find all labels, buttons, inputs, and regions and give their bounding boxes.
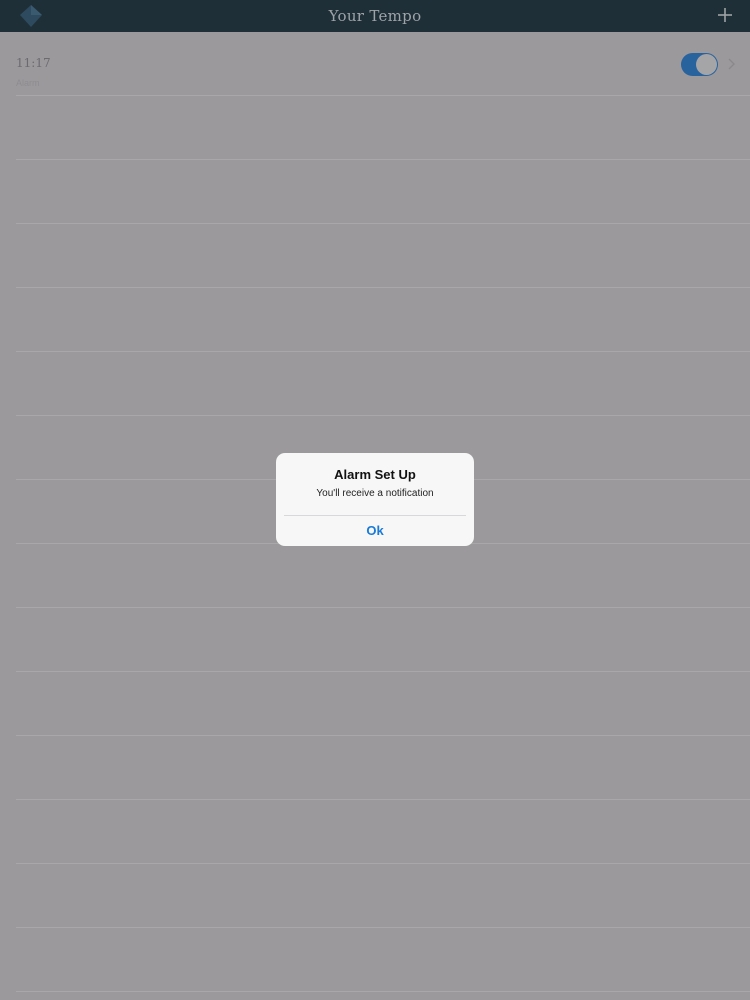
alert-dialog: Alarm Set Up You'll receive a notificati… bbox=[276, 453, 474, 546]
alarm-subtitle: Alarm bbox=[16, 78, 40, 88]
diamond-logo-icon bbox=[20, 5, 42, 27]
alert-title: Alarm Set Up bbox=[334, 467, 416, 482]
empty-list-row bbox=[16, 544, 750, 608]
ok-button[interactable]: Ok bbox=[276, 516, 474, 546]
empty-list-row bbox=[16, 96, 750, 160]
nav-title: Your Tempo bbox=[328, 7, 422, 25]
navigation-bar: Your Tempo bbox=[0, 0, 750, 32]
alert-message: You'll receive a notification bbox=[316, 488, 434, 499]
alarm-enabled-toggle[interactable] bbox=[681, 53, 718, 76]
empty-list-row bbox=[16, 224, 750, 288]
plus-icon[interactable] bbox=[714, 4, 736, 26]
chevron-right-icon[interactable] bbox=[728, 58, 736, 70]
empty-list-row bbox=[16, 608, 750, 672]
empty-list-row bbox=[16, 288, 750, 352]
empty-list-row bbox=[16, 928, 750, 992]
empty-list-row bbox=[16, 736, 750, 800]
empty-list-row bbox=[16, 800, 750, 864]
empty-list-row bbox=[16, 864, 750, 928]
empty-list-row bbox=[16, 352, 750, 416]
alarm-time: 11:17 bbox=[16, 56, 51, 70]
empty-list-row bbox=[16, 160, 750, 224]
empty-list-row bbox=[16, 672, 750, 736]
alarm-row[interactable]: 11:17 Alarm bbox=[16, 32, 750, 96]
app-window: Your Tempo 11:17 Alarm Alarm Set Up You'… bbox=[0, 0, 750, 1000]
toggle-knob bbox=[696, 54, 717, 75]
